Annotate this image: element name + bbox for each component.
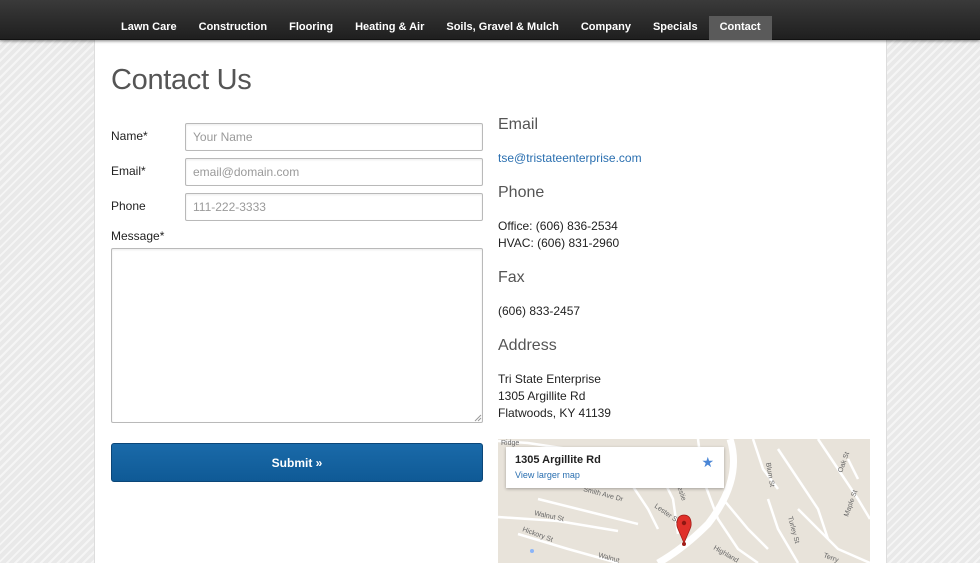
- name-label: Name*: [111, 129, 148, 143]
- phone-input[interactable]: [185, 193, 483, 221]
- email-link[interactable]: tse@tristateenterprise.com: [498, 150, 642, 167]
- resize-grip-icon[interactable]: [474, 414, 482, 422]
- main-nav: Lawn Care Construction Flooring Heating …: [0, 0, 980, 40]
- message-textarea[interactable]: [111, 248, 483, 423]
- nav-item-soils-gravel-mulch[interactable]: Soils, Gravel & Mulch: [435, 16, 569, 40]
- nav-item-heating-air[interactable]: Heating & Air: [344, 16, 435, 40]
- nav-item-company[interactable]: Company: [570, 16, 642, 40]
- map-label-walnut: Walnut: [597, 552, 620, 563]
- nav-list: Lawn Care Construction Flooring Heating …: [110, 16, 772, 40]
- star-icon[interactable]: ★: [701, 454, 714, 471]
- page-title: Contact Us: [111, 64, 252, 96]
- map-card-address: 1305 Argillite Rd: [515, 454, 601, 466]
- submit-button[interactable]: Submit »: [111, 443, 483, 482]
- map-label-blum-st: Blum St: [764, 462, 775, 487]
- phone-heading: Phone: [498, 184, 545, 201]
- fax-number: (606) 833-2457: [498, 304, 581, 318]
- nav-item-specials[interactable]: Specials: [642, 16, 709, 40]
- nav-item-flooring[interactable]: Flooring: [278, 16, 344, 40]
- embedded-map[interactable]: Ridge Walnut St Hickory St Walnut Smith …: [498, 439, 870, 563]
- email-input[interactable]: [185, 158, 483, 186]
- office-phone: Office: (606) 836-2534: [498, 219, 618, 233]
- map-label-maple-st: Maple St: [843, 489, 859, 517]
- phone-label: Phone: [111, 199, 146, 213]
- map-label-turley-st: Turley St: [786, 516, 800, 545]
- map-label-terry: Terry: [822, 552, 839, 563]
- email-heading: Email: [498, 116, 539, 133]
- map-label-hickory-st: Hickory St: [521, 526, 553, 544]
- address-city: Flatwoods, KY 41139: [498, 406, 611, 420]
- map-info-card: 1305 Argillite Rd View larger map ★: [506, 447, 724, 488]
- nav-item-lawn-care[interactable]: Lawn Care: [110, 16, 188, 40]
- map-label-highland: Highland: [712, 545, 740, 563]
- address-street: 1305 Argillite Rd: [498, 389, 586, 403]
- address-name: Tri State Enterprise: [498, 372, 601, 386]
- fax-heading: Fax: [498, 269, 525, 286]
- address-heading: Address: [498, 337, 557, 354]
- nav-item-construction[interactable]: Construction: [188, 16, 278, 40]
- name-input[interactable]: [185, 123, 483, 151]
- map-label-smith-ave-dr: Smith Ave Dr: [582, 486, 624, 503]
- message-label: Message*: [111, 229, 165, 243]
- view-larger-map-link[interactable]: View larger map: [515, 470, 580, 480]
- hvac-phone: HVAC: (606) 831-2960: [498, 236, 620, 250]
- map-label-ridge: Ridge: [501, 440, 519, 447]
- nav-item-contact[interactable]: Contact: [708, 16, 772, 40]
- email-label: Email*: [111, 164, 146, 178]
